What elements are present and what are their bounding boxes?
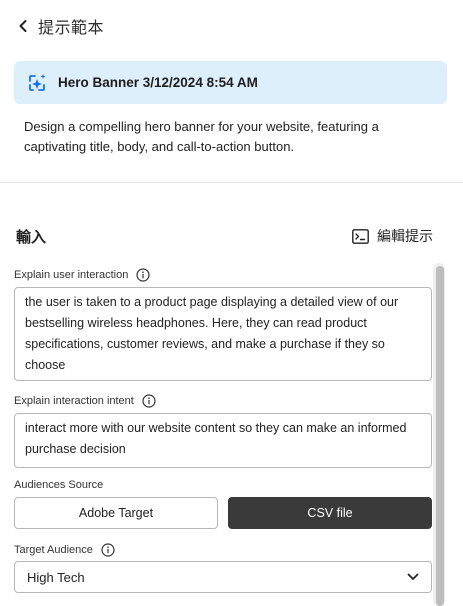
user-interaction-label: Explain user interaction xyxy=(14,269,129,281)
sparkle-frame-icon xyxy=(29,73,46,91)
info-icon[interactable] xyxy=(136,268,150,282)
edit-prompt-button[interactable]: 編輯提示 xyxy=(352,226,433,246)
info-icon[interactable] xyxy=(101,543,115,557)
template-name: Hero Banner 3/12/2024 8:54 AM xyxy=(58,75,258,90)
chevron-down-icon xyxy=(407,573,419,580)
terminal-prompt-icon xyxy=(352,228,369,244)
audiences-source-label-row: Audiences Source xyxy=(14,479,103,491)
section-divider xyxy=(0,182,463,183)
prompt-template-panel: 提示範本 Hero Banner 3/12/2024 8:54 AM Desig… xyxy=(0,0,463,606)
csv-file-button[interactable]: CSV file xyxy=(228,497,432,529)
page-title: 提示範本 xyxy=(38,20,105,37)
target-audience-label-row: Target Audience xyxy=(14,543,115,557)
target-audience-select[interactable]: High Tech xyxy=(14,561,432,593)
chevron-left-icon xyxy=(19,20,27,32)
user-interaction-label-row: Explain user interaction xyxy=(14,268,150,282)
interaction-intent-label-row: Explain interaction intent xyxy=(14,394,156,408)
target-audience-label: Target Audience xyxy=(14,544,93,556)
template-description: Design a compelling hero banner for your… xyxy=(24,119,379,154)
target-audience-value: High Tech xyxy=(27,569,85,585)
audiences-source-label: Audiences Source xyxy=(14,479,104,491)
info-icon[interactable] xyxy=(142,394,156,408)
template-card: Hero Banner 3/12/2024 8:54 AM xyxy=(14,61,447,104)
input-section-title: 輸入 xyxy=(16,229,47,246)
interaction-intent-textarea[interactable]: interact more with our website content s… xyxy=(14,413,432,468)
scrollbar-thumb[interactable] xyxy=(436,266,444,606)
back-navigation[interactable]: 提示範本 xyxy=(16,14,104,38)
adobe-target-button[interactable]: Adobe Target xyxy=(14,497,218,529)
user-interaction-textarea[interactable]: the user is taken to a product page disp… xyxy=(14,287,432,381)
edit-prompt-label: 編輯提示 xyxy=(377,228,433,244)
interaction-intent-label: Explain interaction intent xyxy=(14,395,134,407)
